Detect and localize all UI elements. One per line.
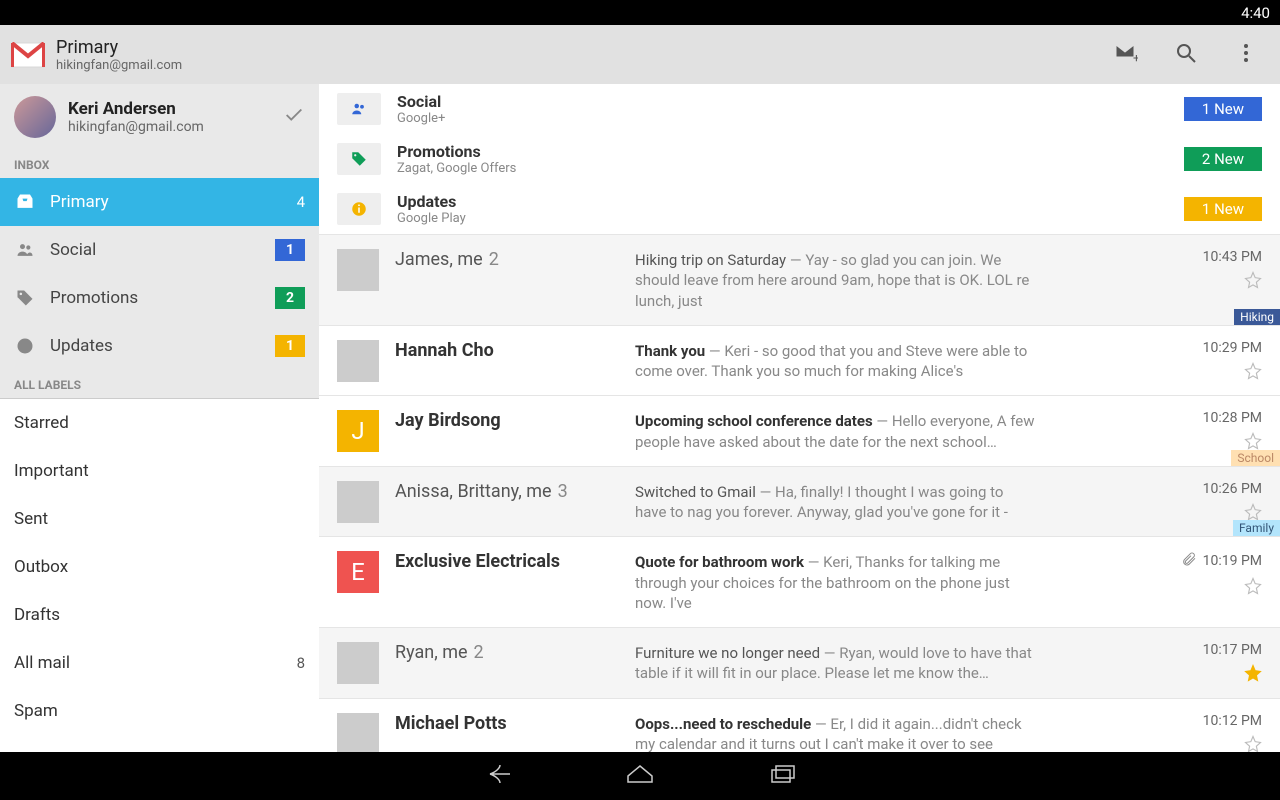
action-bar-title: Primary [56, 37, 1114, 58]
star-icon[interactable] [1244, 664, 1262, 682]
action-bar-subtitle: hikingfan@gmail.com [56, 58, 1114, 73]
info-icon [337, 193, 381, 225]
search-icon[interactable] [1174, 41, 1198, 69]
label-outbox[interactable]: Outbox [0, 543, 319, 591]
account-avatar [14, 96, 56, 138]
sender-avatar[interactable] [337, 340, 379, 382]
message-row[interactable]: Hannah ChoThank you — Keri - so good tha… [319, 325, 1280, 396]
message-time: 10:19 PM [1203, 553, 1262, 569]
overflow-menu-icon[interactable] [1234, 41, 1258, 69]
message-snippet: Switched to Gmail — Ha, finally! I thoug… [635, 482, 1035, 523]
sender-avatar[interactable]: E [337, 551, 379, 593]
sidebar: Keri Andersen hikingfan@gmail.com INBOX … [0, 84, 319, 752]
new-badge: 1 New [1184, 197, 1262, 221]
account-switcher[interactable]: Keri Andersen hikingfan@gmail.com [0, 84, 319, 150]
status-time: 4:40 [1241, 4, 1270, 22]
message-time: 10:26 PM [1203, 481, 1262, 497]
app-action-bar: Primary hikingfan@gmail.com + [0, 25, 1280, 84]
message-from: Exclusive Electricals [395, 551, 635, 572]
recents-button[interactable] [766, 762, 798, 790]
label-important[interactable]: Important [0, 447, 319, 495]
message-label-tag: School [1231, 450, 1280, 466]
message-label-tag: Hiking [1234, 309, 1280, 325]
message-time: 10:17 PM [1203, 642, 1262, 658]
inbox-section-header: INBOX [0, 150, 319, 178]
star-icon[interactable] [1244, 735, 1262, 753]
star-icon[interactable] [1244, 271, 1262, 289]
message-pane: SocialGoogle+ 1 New PromotionsZagat, Goo… [319, 84, 1280, 752]
inbox-icon [14, 192, 36, 212]
sender-avatar[interactable] [337, 249, 379, 291]
account-email: hikingfan@gmail.com [68, 119, 271, 135]
message-snippet: Furniture we no longer need — Ryan, woul… [635, 643, 1035, 684]
compose-icon[interactable]: + [1114, 41, 1138, 69]
sender-avatar[interactable] [337, 713, 379, 753]
sender-avatar[interactable]: J [337, 410, 379, 452]
star-icon[interactable] [1244, 503, 1262, 521]
message-from: Michael Potts [395, 713, 635, 734]
message-row[interactable]: E Exclusive ElectricalsQuote for bathroom… [319, 536, 1280, 627]
nav-social[interactable]: Social 1 [0, 226, 319, 274]
star-icon[interactable] [1244, 362, 1262, 380]
message-time: 10:29 PM [1203, 340, 1262, 356]
sender-avatar[interactable] [337, 642, 379, 684]
message-row[interactable]: James, me2Hiking trip on Saturday — Yay … [319, 234, 1280, 325]
message-time: 10:43 PM [1203, 249, 1262, 265]
label-drafts[interactable]: Drafts [0, 591, 319, 639]
message-from: Jay Birdsong [395, 410, 635, 431]
account-name: Keri Andersen [68, 99, 271, 119]
sender-avatar[interactable] [337, 481, 379, 523]
attachment-icon [1181, 551, 1197, 571]
message-snippet: Oops...need to reschedule — Er, I did it… [635, 714, 1035, 753]
tag-icon [337, 143, 381, 175]
gmail-logo-icon[interactable] [8, 35, 48, 75]
home-button[interactable] [624, 762, 656, 790]
message-time: 10:28 PM [1203, 410, 1262, 426]
android-status-bar: 4:40 [0, 0, 1280, 25]
category-promotions[interactable]: PromotionsZagat, Google Offers 2 New [319, 134, 1280, 184]
star-icon[interactable] [1244, 577, 1262, 595]
svg-text:+: + [1133, 51, 1138, 65]
message-label-tag: Family [1233, 520, 1280, 536]
nav-promotions[interactable]: Promotions 2 [0, 274, 319, 322]
label-starred[interactable]: Starred [0, 399, 319, 447]
back-button[interactable] [482, 762, 514, 790]
people-icon [14, 240, 36, 260]
message-snippet: Quote for bathroom work — Keri, Thanks f… [635, 552, 1035, 613]
message-time: 10:12 PM [1203, 713, 1262, 729]
all-labels-header: ALL LABELS [0, 370, 319, 398]
new-badge: 1 New [1184, 97, 1262, 121]
message-from: Ryan, me2 [395, 642, 635, 663]
info-icon [14, 336, 36, 356]
message-row[interactable]: Anissa, Brittany, me3Switched to Gmail —… [319, 466, 1280, 537]
message-row[interactable]: Michael PottsOops...need to reschedule —… [319, 698, 1280, 753]
message-from: James, me2 [395, 249, 635, 270]
check-icon [283, 104, 305, 130]
message-from: Anissa, Brittany, me3 [395, 481, 635, 502]
star-icon[interactable] [1244, 432, 1262, 450]
new-badge: 2 New [1184, 147, 1262, 171]
category-updates[interactable]: UpdatesGoogle Play 1 New [319, 184, 1280, 234]
tag-icon [14, 288, 36, 308]
label-spam[interactable]: Spam [0, 687, 319, 735]
message-from: Hannah Cho [395, 340, 635, 361]
message-row[interactable]: Ryan, me2Furniture we no longer need — R… [319, 627, 1280, 698]
label-allmail[interactable]: All mail8 [0, 639, 319, 687]
nav-updates[interactable]: Updates 1 [0, 322, 319, 370]
message-snippet: Hiking trip on Saturday — Yay - so glad … [635, 250, 1035, 311]
message-snippet: Thank you — Keri - so good that you and … [635, 341, 1035, 382]
label-sent[interactable]: Sent [0, 495, 319, 543]
message-snippet: Upcoming school conference dates — Hello… [635, 411, 1035, 452]
nav-primary[interactable]: Primary 4 [0, 178, 319, 226]
people-icon [337, 93, 381, 125]
message-row[interactable]: J Jay BirdsongUpcoming school conference … [319, 395, 1280, 466]
category-social[interactable]: SocialGoogle+ 1 New [319, 84, 1280, 134]
android-nav-bar [0, 752, 1280, 800]
